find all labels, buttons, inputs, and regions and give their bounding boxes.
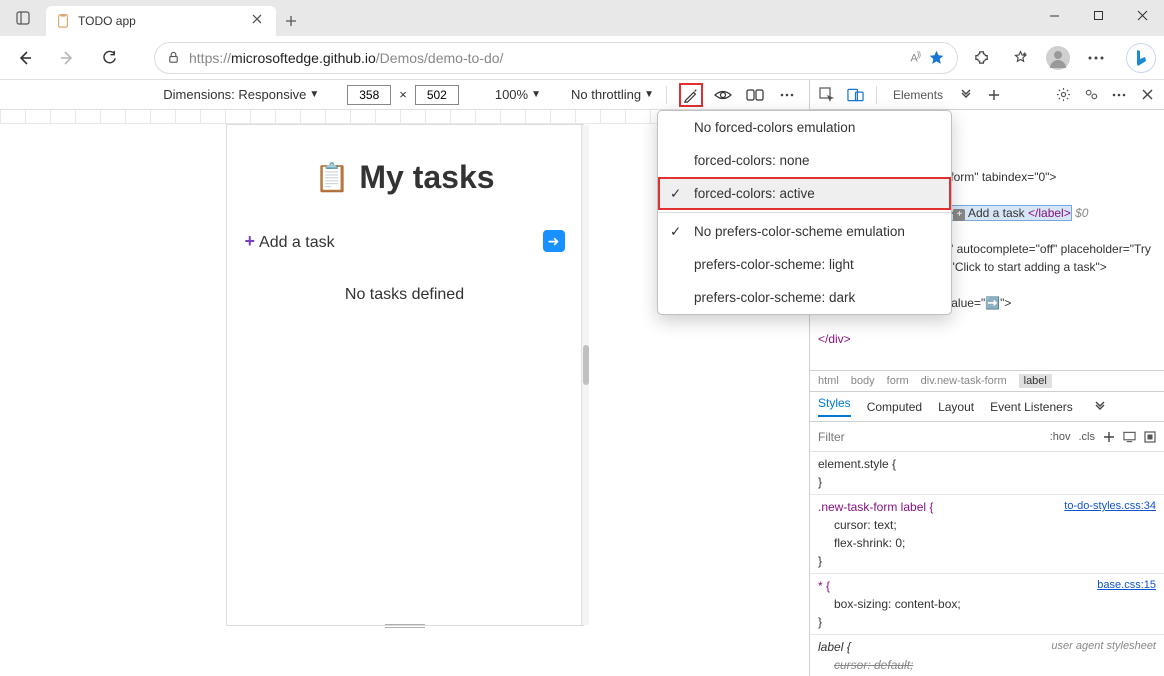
tab-computed[interactable]: Computed: [867, 400, 922, 414]
reader-icon[interactable]: A)): [910, 50, 920, 65]
css-rules[interactable]: element.style { } to-do-styles.css:34 .n…: [810, 452, 1164, 676]
source-link[interactable]: base.css:15: [1097, 577, 1156, 594]
window-titlebar: TODO app: [0, 0, 1164, 36]
new-tab-icon[interactable]: [983, 84, 1005, 106]
tab-title: TODO app: [78, 14, 244, 28]
clipboard-icon: 📋: [314, 161, 349, 194]
empty-state: No tasks defined: [245, 286, 565, 304]
tab-styles[interactable]: Styles: [818, 396, 851, 417]
tab-event-listeners[interactable]: Event Listeners: [990, 400, 1073, 414]
forward-button[interactable]: [50, 41, 84, 75]
settings-icon[interactable]: [1052, 84, 1074, 106]
viewport-scrollbar[interactable]: [581, 125, 589, 625]
popup-item[interactable]: forced-colors: none: [658, 144, 951, 177]
bing-chat-icon[interactable]: [1126, 43, 1156, 73]
computed-panel-icon[interactable]: [1123, 431, 1136, 443]
styles-filter-row: :hov .cls: [810, 422, 1164, 452]
popup-item[interactable]: prefers-color-scheme: dark: [658, 281, 951, 314]
popup-item[interactable]: ✓No prefers-color-scheme emulation: [658, 215, 951, 248]
device-more-icon[interactable]: [775, 83, 799, 107]
new-rule-icon[interactable]: [1103, 431, 1115, 443]
profile-avatar[interactable]: [1042, 42, 1074, 74]
add-task-row[interactable]: +Add a task ➜: [245, 226, 565, 256]
minimize-button[interactable]: [1032, 0, 1076, 30]
styles-filter-input[interactable]: [818, 430, 1042, 444]
vision-deficiency-icon[interactable]: [711, 83, 735, 107]
page-title: 📋 My tasks: [245, 159, 565, 196]
devtools-tabs: Elements: [810, 80, 1164, 110]
more-menu-button[interactable]: [1080, 42, 1112, 74]
popup-item-active[interactable]: ✓forced-colors: active: [658, 177, 951, 210]
dom-breadcrumb[interactable]: html body form div.new-task-form label: [810, 370, 1164, 392]
emulate-css-icon[interactable]: [679, 83, 703, 107]
device-toolbar: Dimensions: Responsive ▼ × 100% ▼ No thr…: [0, 80, 809, 110]
device-posture-icon[interactable]: [743, 83, 767, 107]
dimension-separator: ×: [399, 87, 407, 102]
url-text: https://microsoftedge.github.io/Demos/de…: [189, 50, 902, 66]
height-input[interactable]: [415, 85, 459, 105]
styles-more-icon[interactable]: [1089, 396, 1111, 418]
throttling-dropdown[interactable]: No throttling ▼: [571, 87, 654, 102]
resize-handle[interactable]: [385, 624, 425, 627]
address-bar: https://microsoftedge.github.io/Demos/de…: [0, 36, 1164, 80]
tab-actions-button[interactable]: [0, 0, 46, 36]
close-window-button[interactable]: [1120, 0, 1164, 30]
emulation-dropdown: No forced-colors emulation forced-colors…: [657, 110, 952, 315]
refresh-button[interactable]: [92, 41, 126, 75]
lock-icon: [167, 51, 181, 65]
popup-item[interactable]: No forced-colors emulation: [658, 111, 951, 144]
tab-elements[interactable]: Elements: [887, 86, 949, 104]
check-icon: ✓: [670, 224, 681, 240]
maximize-button[interactable]: [1076, 0, 1120, 30]
favorites-bar-icon[interactable]: [1004, 42, 1036, 74]
plus-icon: +: [245, 231, 256, 251]
tab-close-icon[interactable]: [252, 14, 266, 28]
tabs-more-icon[interactable]: [955, 84, 977, 106]
submit-arrow-icon[interactable]: ➜: [543, 230, 565, 252]
width-input[interactable]: [347, 85, 391, 105]
extensions-icon[interactable]: [966, 42, 998, 74]
back-button[interactable]: [8, 41, 42, 75]
window-controls: [1032, 0, 1164, 30]
tab-layout[interactable]: Layout: [938, 400, 974, 414]
devtools-more-icon[interactable]: [1108, 84, 1130, 106]
zoom-dropdown[interactable]: 100% ▼: [495, 87, 541, 102]
styles-tabs: Styles Computed Layout Event Listeners: [810, 392, 1164, 422]
inspect-element-icon[interactable]: [816, 84, 838, 106]
browser-tab[interactable]: TODO app: [46, 6, 276, 36]
devtools-close-icon[interactable]: [1136, 84, 1158, 106]
check-icon: ✓: [670, 186, 681, 202]
hov-toggle[interactable]: :hov: [1050, 431, 1071, 443]
device-toggle-icon[interactable]: [844, 84, 866, 106]
favorite-icon[interactable]: [928, 49, 945, 66]
emulated-viewport[interactable]: 📋 My tasks +Add a task ➜ No tasks define…: [226, 124, 584, 626]
tab-favicon-icon: [56, 14, 70, 28]
new-tab-button[interactable]: [276, 6, 306, 36]
dimensions-dropdown[interactable]: Dimensions: Responsive ▼: [163, 87, 319, 102]
url-box[interactable]: https://microsoftedge.github.io/Demos/de…: [154, 42, 958, 74]
activity-icon[interactable]: [1080, 84, 1102, 106]
cls-toggle[interactable]: .cls: [1079, 431, 1096, 443]
popup-item[interactable]: prefers-color-scheme: light: [658, 248, 951, 281]
box-model-icon[interactable]: [1144, 431, 1156, 443]
source-link[interactable]: to-do-styles.css:34: [1064, 498, 1156, 515]
